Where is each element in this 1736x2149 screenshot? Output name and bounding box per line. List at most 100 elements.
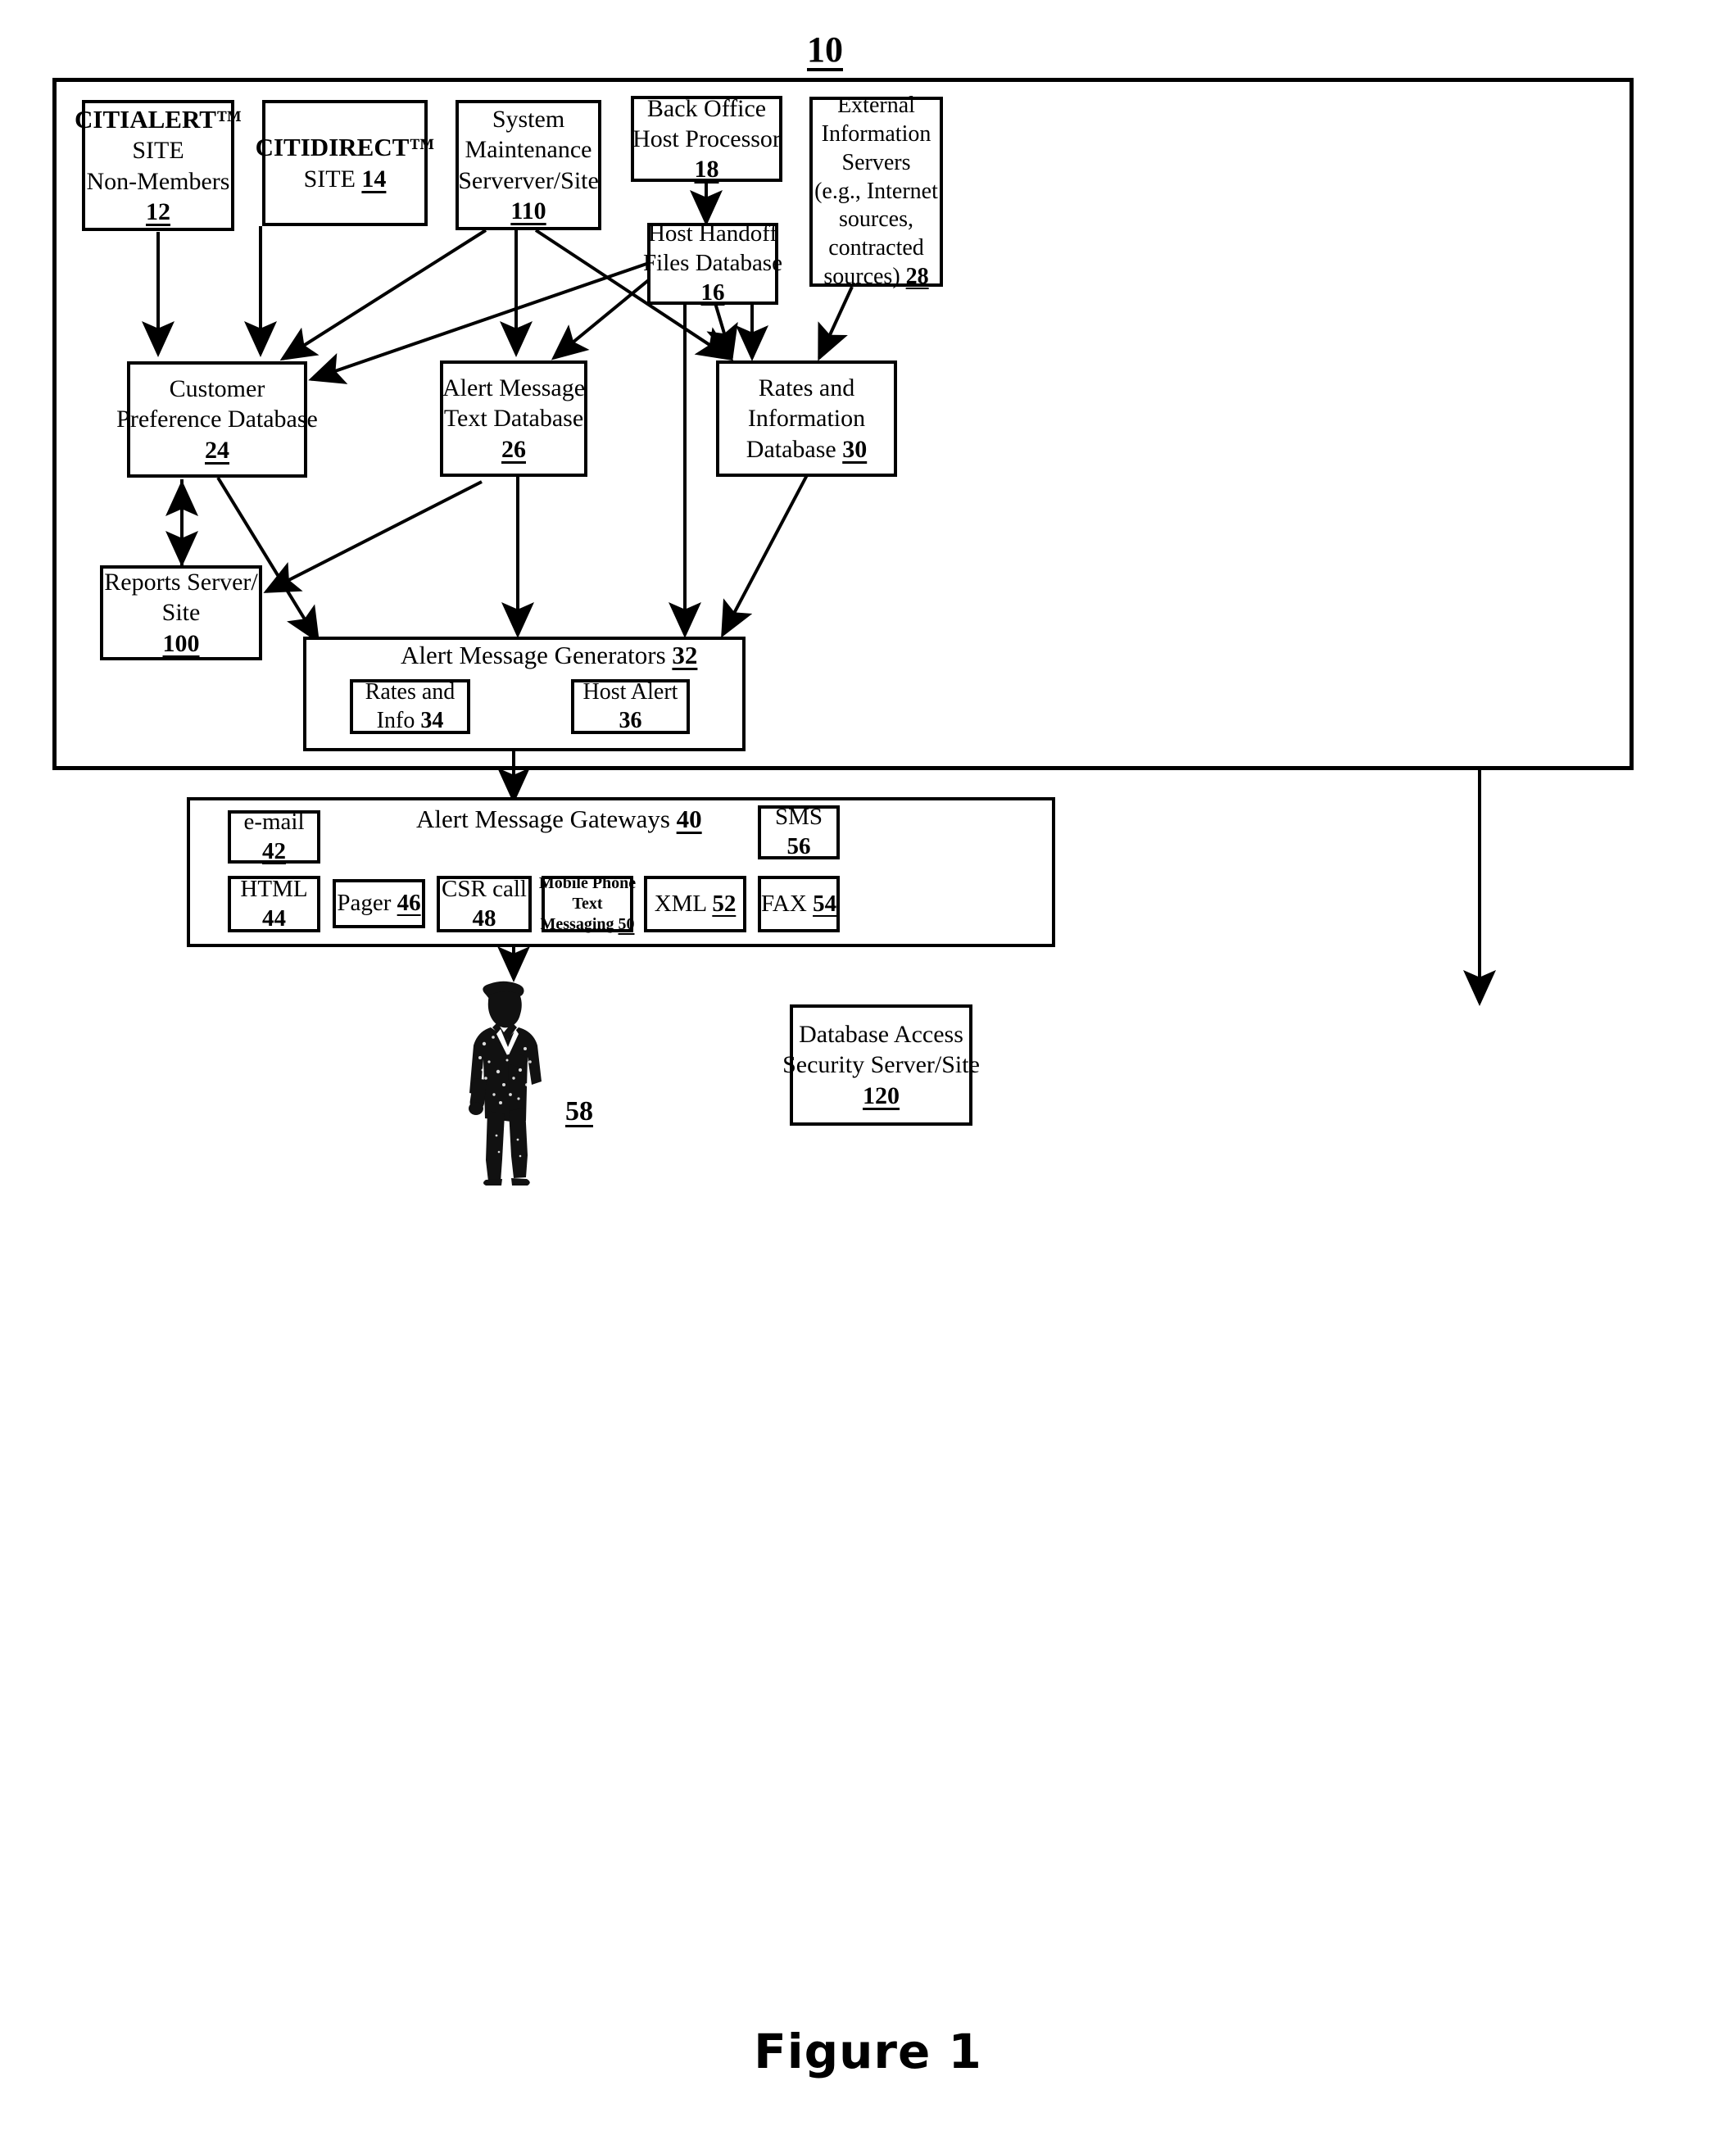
dbaccess-line-2: Security Server/Site: [782, 1051, 980, 1079]
citidirect-site-word: SITE: [303, 165, 362, 193]
sms-ref: 56: [786, 833, 811, 859]
email-line-1: e-mail: [243, 808, 305, 835]
customer-figure-icon: [469, 981, 542, 1186]
sysmaint-line-2: Maintenance: [465, 136, 592, 164]
mobile-line-2: Text: [572, 895, 603, 914]
sysmaint-line-1: System: [492, 106, 565, 134]
node-citialert-site[interactable]: CITIALERT™ SITE Non-Members 12: [75, 100, 242, 231]
mobile-line-1: Mobile Phone: [538, 874, 637, 893]
node-gateway-sms[interactable]: SMS 56: [758, 804, 840, 859]
extinfo-line-5: sources,: [839, 206, 913, 233]
citidirect-ref: 14: [361, 165, 387, 193]
html-ref: 44: [262, 904, 286, 932]
node-gateway-email[interactable]: e-mail 42: [228, 808, 320, 864]
alerttext-line-2: Text Database: [443, 405, 584, 433]
fax-ref: 54: [813, 890, 837, 917]
node-gateway-pager[interactable]: Pager 46: [333, 879, 425, 928]
node-system-maintenance-server[interactable]: System Maintenance Serverver/Site 110: [456, 100, 601, 230]
hosthandoff-ref: 16: [700, 279, 725, 306]
node-rates-and-info-generator[interactable]: Rates and Info 34: [350, 679, 470, 734]
dbaccess-ref: 120: [863, 1081, 900, 1109]
dbaccess-line-1: Database Access: [799, 1021, 963, 1049]
backoffice-line-2: Host Processor: [632, 125, 781, 152]
reports-line-2: Site: [161, 599, 201, 627]
citidirect-line-2: SITE 14: [304, 164, 387, 194]
extinfo-line-7: sources) 28: [823, 263, 928, 292]
sms-line-1: SMS: [774, 804, 823, 831]
ratesdb-ref: 30: [842, 435, 868, 463]
alert-gateways-ref: 40: [676, 805, 702, 833]
csr-ref: 48: [472, 904, 496, 932]
extinfo-line-1: External: [837, 93, 915, 119]
extinfo-line-3: Servers: [841, 149, 911, 175]
node-gateway-csr-call[interactable]: CSR call 48: [437, 876, 532, 932]
alert-generators-ref: 32: [672, 641, 698, 669]
backoffice-line-1: Back Office: [646, 94, 767, 122]
alerttext-line-1: Alert Message: [442, 374, 586, 402]
hosthandoff-line-1: Host Handoff: [647, 220, 778, 247]
citialert-line-1: CITIALERT™: [75, 105, 242, 134]
node-back-office-host-processor[interactable]: Back Office Host Processor 18: [631, 94, 782, 184]
html-line-1: HTML: [240, 875, 308, 902]
alert-gateways-title: Alert Message Gateways 40: [416, 805, 702, 834]
custpref-line-1: Customer: [169, 375, 265, 403]
ratesdb-database-word: Database: [746, 435, 843, 463]
ratesinfo-info-word: Info: [376, 707, 421, 733]
xml-word: XML: [654, 890, 713, 917]
node-customer-preference-database[interactable]: Customer Preference Database 24: [116, 361, 318, 478]
fax-word: FAX: [760, 890, 814, 917]
citialert-line-2: SITE: [132, 137, 184, 165]
alert-gateways-title-text: Alert Message Gateways: [416, 805, 677, 833]
mobile-ref: 50: [618, 914, 635, 933]
pager-line-1: Pager 46: [337, 889, 420, 918]
node-citidirect-site[interactable]: CITIDIRECT™ SITE 14: [256, 100, 434, 226]
hostalert-line-1: Host Alert: [582, 678, 678, 705]
custpref-line-2: Preference Database: [116, 406, 318, 433]
hosthandoff-line-2: Files Database: [643, 250, 782, 277]
email-ref: 42: [262, 837, 286, 864]
ratesdb-line-1: Rates and: [758, 374, 855, 402]
alert-generators-title: Alert Message Generators 32: [401, 641, 697, 670]
xml-ref: 52: [712, 890, 737, 917]
ratesdb-line-3: Database 30: [746, 434, 867, 465]
sysmaint-ref: 110: [510, 197, 546, 224]
extinfo-sources-word: sources): [823, 263, 906, 289]
ratesinfo-ref: 34: [420, 707, 444, 733]
node-gateway-mobile-phone-text-messaging[interactable]: Mobile Phone Text Messaging 50: [538, 874, 637, 933]
node-database-access-security-server[interactable]: Database Access Security Server/Site 120: [782, 1004, 980, 1126]
node-gateway-xml[interactable]: XML 52: [644, 876, 746, 932]
figure-caption: Figure 1: [754, 2024, 982, 2079]
alerttext-ref: 26: [501, 435, 526, 463]
node-external-information-servers[interactable]: External Information Servers (e.g., Inte…: [809, 93, 943, 289]
pager-word: Pager: [337, 890, 397, 917]
csr-line-1: CSR call: [442, 875, 527, 902]
alert-generators-title-text: Alert Message Generators: [401, 641, 673, 669]
citidirect-line-1: CITIDIRECT™: [255, 133, 435, 162]
extinfo-line-2: Information: [821, 121, 931, 147]
node-host-handoff-files-database[interactable]: Host Handoff Files Database 16: [643, 220, 782, 306]
hostalert-ref: 36: [619, 707, 642, 733]
backoffice-ref: 18: [694, 156, 719, 184]
figure-page: 10 CITIALERT™ SITE Non-Members 12 CITIDI…: [0, 0, 1736, 2149]
extinfo-ref: 28: [905, 263, 929, 289]
node-reports-server-site[interactable]: Reports Server/ Site 100: [100, 565, 262, 660]
ratesinfo-line-2: Info 34: [377, 707, 444, 736]
node-gateway-html[interactable]: HTML 44: [228, 876, 320, 932]
reports-line-1: Reports Server/: [104, 569, 258, 596]
ratesinfo-line-1: Rates and: [365, 678, 456, 705]
node-rates-and-information-database[interactable]: Rates and Information Database 30: [716, 360, 897, 477]
reports-ref: 100: [162, 629, 200, 657]
system-reference-numeral: 10: [807, 29, 843, 70]
xml-line-1: XML 52: [655, 890, 737, 919]
mobile-messaging-word: Messaging: [540, 914, 619, 933]
node-host-alert-generator[interactable]: Host Alert 36: [571, 679, 690, 734]
sysmaint-line-3: Serverver/Site: [458, 166, 599, 194]
node-gateway-fax[interactable]: FAX 54: [758, 876, 840, 932]
custpref-ref: 24: [205, 436, 229, 464]
extinfo-line-4: (e.g., Internet: [814, 178, 938, 204]
extinfo-line-6: contracted: [828, 235, 924, 261]
node-alert-message-text-database[interactable]: Alert Message Text Database 26: [440, 360, 587, 477]
citialert-ref: 12: [146, 197, 170, 225]
customer-figure-ref: 58: [565, 1096, 593, 1127]
fax-line-1: FAX 54: [761, 890, 836, 919]
